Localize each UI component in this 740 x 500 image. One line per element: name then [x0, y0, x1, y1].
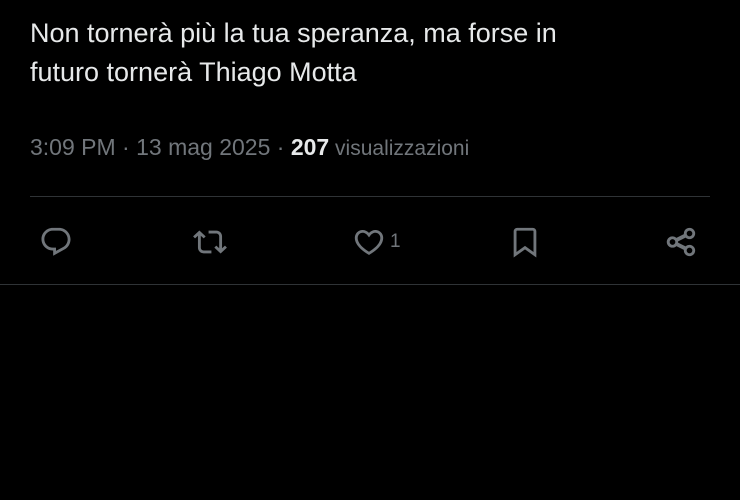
views-count: 207 [290, 134, 330, 160]
reply-icon [41, 227, 71, 256]
share-icon [666, 227, 696, 257]
tweet-text-line-2: futuro tornerà Thiago Motta [30, 57, 357, 87]
reply-button[interactable] [39, 218, 73, 266]
tweet-time[interactable]: 3:09 PM [30, 134, 116, 160]
views-label: visualizzazioni [329, 137, 470, 160]
bookmark-icon [513, 227, 537, 258]
tweet-text: Non tornerà più la tua speranza, ma fors… [30, 14, 710, 92]
tweet-meta: 3:09 PM · 13 mag 2025 · 207 visualizzazi… [30, 130, 469, 166]
divider [0, 284, 740, 285]
retweet-button[interactable] [193, 218, 227, 266]
tweet-date[interactable]: 13 mag 2025 [136, 134, 270, 160]
bookmark-button[interactable] [508, 218, 542, 266]
tweet-action-bar: 1 [0, 218, 740, 266]
meta-separator: · [270, 134, 291, 160]
meta-separator: · [115, 134, 137, 160]
like-button[interactable]: 1 [352, 218, 401, 266]
tweet-text-line-1: Non tornerà più la tua speranza, ma fors… [30, 18, 557, 48]
like-count: 1 [390, 231, 401, 252]
heart-icon [354, 229, 384, 255]
share-button[interactable] [664, 218, 698, 266]
retweet-icon [193, 230, 227, 254]
divider [30, 196, 710, 197]
